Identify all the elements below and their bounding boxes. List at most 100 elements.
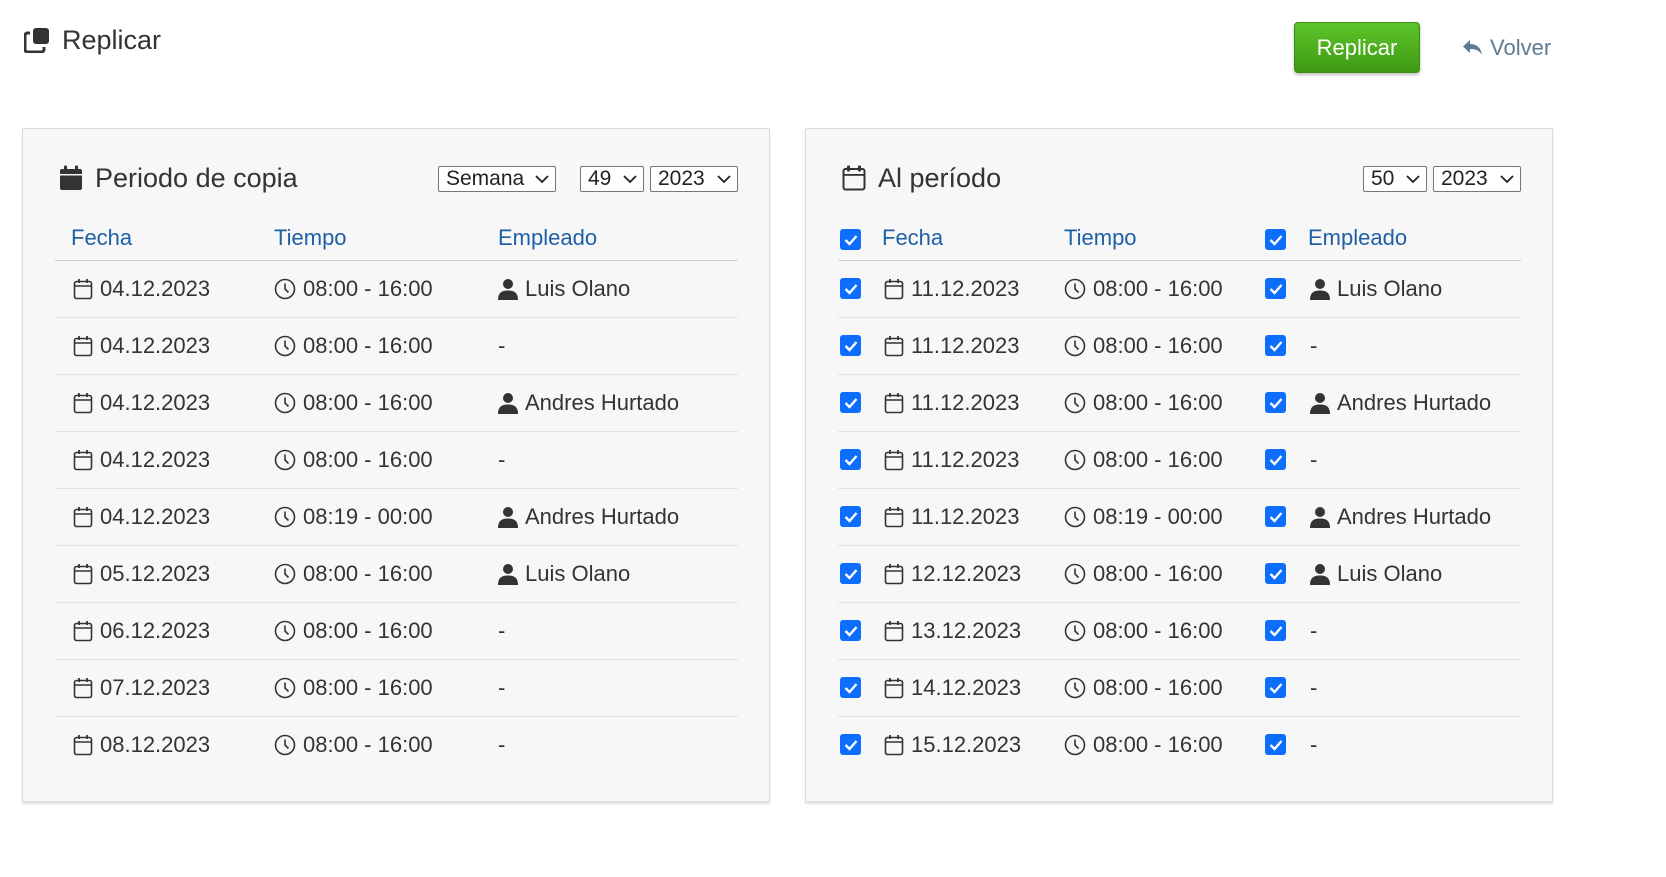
target-week-value: 50 bbox=[1371, 167, 1395, 190]
time-cell: 08:00 - 16:00 bbox=[274, 261, 433, 317]
calendar-icon bbox=[884, 279, 904, 300]
col-empleado[interactable]: Empleado bbox=[498, 225, 597, 251]
date-cell-text: 04.12.2023 bbox=[100, 447, 211, 472]
time-cell: 08:00 - 16:00 bbox=[274, 375, 433, 431]
date-row-checkbox[interactable] bbox=[840, 620, 861, 641]
employee-cell-text: Luis Olano bbox=[525, 561, 631, 586]
check-icon bbox=[844, 625, 857, 637]
table-header: Fecha Tiempo Empleado bbox=[838, 223, 1521, 261]
employee-cell: Luis Olano bbox=[1310, 546, 1442, 602]
col-tiempo[interactable]: Tiempo bbox=[1064, 225, 1137, 251]
time-cell: 08:00 - 16:00 bbox=[1064, 603, 1223, 659]
employee-cell-text: - bbox=[1310, 675, 1318, 700]
clock-icon bbox=[274, 620, 296, 642]
col-tiempo[interactable]: Tiempo bbox=[274, 225, 347, 251]
target-week-select[interactable]: 50 bbox=[1363, 166, 1427, 192]
employee-row-checkbox[interactable] bbox=[1265, 335, 1286, 356]
clock-icon bbox=[274, 392, 296, 414]
period-type-select[interactable]: Semana bbox=[438, 166, 556, 192]
time-cell: 08:00 - 16:00 bbox=[1064, 432, 1223, 488]
source-table: Fecha Tiempo Empleado 04.12.2023 08:00 - … bbox=[55, 223, 738, 773]
time-cell: 08:00 - 16:00 bbox=[1064, 546, 1223, 602]
check-icon bbox=[844, 568, 857, 580]
date-cell: 04.12.2023 bbox=[73, 318, 210, 374]
date-row-checkbox[interactable] bbox=[840, 506, 861, 527]
date-cell-text: 05.12.2023 bbox=[100, 561, 211, 586]
volver-link[interactable]: Volver bbox=[1462, 33, 1551, 63]
time-cell-text: 08:00 - 16:00 bbox=[303, 618, 433, 643]
date-cell-text: 13.12.2023 bbox=[911, 618, 1022, 643]
clock-icon bbox=[274, 335, 296, 357]
calendar-icon bbox=[73, 393, 93, 414]
clock-icon bbox=[1064, 563, 1086, 585]
employee-row-checkbox[interactable] bbox=[1265, 563, 1286, 584]
employee-cell-text: - bbox=[1310, 333, 1318, 358]
table-row: 11.12.2023 08:00 - 16:00 Luis Olano bbox=[838, 261, 1521, 318]
date-cell-text: 04.12.2023 bbox=[100, 504, 211, 529]
source-period-panel: Periodo de copia Semana 49 2023 Fecha Ti… bbox=[22, 128, 770, 802]
date-row-checkbox[interactable] bbox=[840, 677, 861, 698]
check-icon bbox=[1269, 568, 1282, 580]
employee-row-checkbox[interactable] bbox=[1265, 449, 1286, 470]
date-cell-text: 14.12.2023 bbox=[911, 675, 1022, 700]
date-cell: 12.12.2023 bbox=[884, 546, 1021, 602]
time-cell: 08:19 - 00:00 bbox=[1064, 489, 1223, 545]
time-cell-text: 08:19 - 00:00 bbox=[1093, 504, 1223, 529]
target-year-value: 2023 bbox=[1441, 167, 1488, 190]
date-cell: 11.12.2023 bbox=[884, 375, 1019, 431]
date-row-checkbox[interactable] bbox=[840, 392, 861, 413]
source-year-select[interactable]: 2023 bbox=[650, 166, 738, 192]
employee-cell-text: Andres Hurtado bbox=[1337, 390, 1492, 415]
clock-icon bbox=[1064, 335, 1086, 357]
calendar-icon bbox=[73, 336, 93, 357]
employee-row-checkbox[interactable] bbox=[1265, 677, 1286, 698]
select-all-employees-checkbox[interactable] bbox=[1265, 229, 1286, 250]
col-fecha[interactable]: Fecha bbox=[882, 225, 943, 251]
time-cell: 08:00 - 16:00 bbox=[274, 717, 433, 773]
employee-cell: - bbox=[1310, 432, 1317, 488]
col-empleado[interactable]: Empleado bbox=[1308, 225, 1407, 251]
date-cell: 15.12.2023 bbox=[884, 717, 1021, 773]
volver-label: Volver bbox=[1490, 35, 1552, 60]
table-row: 11.12.2023 08:00 - 16:00 - bbox=[838, 318, 1521, 375]
date-row-checkbox[interactable] bbox=[840, 278, 861, 299]
employee-row-checkbox[interactable] bbox=[1265, 620, 1286, 641]
employee-cell: - bbox=[1310, 660, 1317, 716]
check-icon bbox=[1269, 397, 1282, 409]
check-icon bbox=[1269, 682, 1282, 694]
employee-cell-text: Andres Hurtado bbox=[525, 390, 680, 415]
employee-row-checkbox[interactable] bbox=[1265, 392, 1286, 413]
employee-row-checkbox[interactable] bbox=[1265, 506, 1286, 527]
check-icon bbox=[844, 234, 857, 246]
clock-icon bbox=[1064, 620, 1086, 642]
check-icon bbox=[1269, 454, 1282, 466]
time-cell: 08:00 - 16:00 bbox=[274, 318, 433, 374]
calendar-icon bbox=[73, 507, 93, 528]
target-title: Al período bbox=[878, 162, 1002, 193]
date-cell: 04.12.2023 bbox=[73, 432, 210, 488]
col-fecha[interactable]: Fecha bbox=[71, 225, 132, 251]
target-year-select[interactable]: 2023 bbox=[1433, 166, 1521, 192]
table-row: 11.12.2023 08:19 - 00:00 Andres Hurtado bbox=[838, 489, 1521, 546]
employee-row-checkbox[interactable] bbox=[1265, 278, 1286, 299]
user-icon bbox=[1310, 507, 1330, 528]
time-cell: 08:00 - 16:00 bbox=[1064, 261, 1223, 317]
time-cell-text: 08:00 - 16:00 bbox=[303, 333, 433, 358]
select-all-dates-checkbox[interactable] bbox=[840, 229, 861, 250]
replicar-button[interactable]: Replicar bbox=[1294, 22, 1420, 73]
check-icon bbox=[844, 739, 857, 751]
date-row-checkbox[interactable] bbox=[840, 449, 861, 470]
date-cell-text: 04.12.2023 bbox=[100, 390, 211, 415]
table-row: 04.12.2023 08:00 - 16:00 - bbox=[55, 318, 738, 375]
page-header: Replicar bbox=[24, 22, 161, 58]
date-row-checkbox[interactable] bbox=[840, 734, 861, 755]
source-week-select[interactable]: 49 bbox=[580, 166, 644, 192]
date-row-checkbox[interactable] bbox=[840, 335, 861, 356]
check-icon bbox=[844, 682, 857, 694]
employee-cell: - bbox=[498, 603, 505, 659]
time-cell: 08:00 - 16:00 bbox=[1064, 717, 1223, 773]
target-rows: 11.12.2023 08:00 - 16:00 Luis Olano 11.12.2… bbox=[838, 261, 1521, 773]
date-cell: 14.12.2023 bbox=[884, 660, 1021, 716]
date-row-checkbox[interactable] bbox=[840, 563, 861, 584]
employee-row-checkbox[interactable] bbox=[1265, 734, 1286, 755]
